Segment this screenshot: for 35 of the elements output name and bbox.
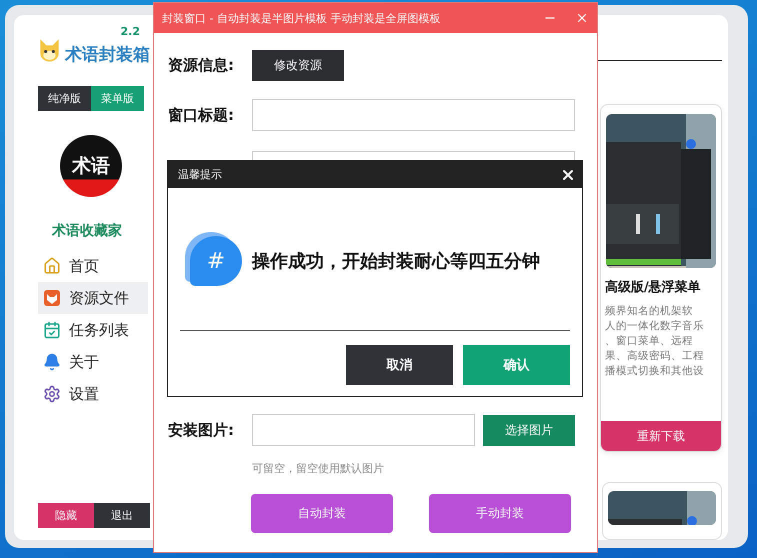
card-title: 高级版/悬浮菜单 bbox=[605, 278, 702, 296]
field-label: 窗口标题: bbox=[168, 106, 235, 124]
profile-name: 术语收藏家 bbox=[52, 222, 122, 240]
field-label: 资源信息: bbox=[168, 56, 235, 74]
nav-item[interactable]: 资源文件 bbox=[38, 282, 148, 314]
fox-icon bbox=[43, 289, 61, 307]
home-icon bbox=[43, 257, 61, 275]
card-description: 频界知名的机架软 人的一体化数字音乐 、窗口菜单、远程 果、高级密码、工程 播模式切换和其他设 bbox=[605, 304, 705, 380]
field-label: 安装图片: bbox=[168, 420, 235, 440]
package-button[interactable]: 手动封装 bbox=[429, 494, 571, 533]
exit-button[interactable]: 退出 bbox=[94, 503, 150, 528]
hide-button[interactable]: 隐藏 bbox=[38, 503, 94, 528]
nav-item[interactable]: 首页 bbox=[38, 250, 148, 282]
redownload-button[interactable]: 重新下载 bbox=[601, 421, 721, 452]
bell-icon bbox=[43, 353, 61, 371]
calendar-icon bbox=[43, 321, 61, 339]
hint-text: 可留空，留空使用默认图片 bbox=[252, 461, 385, 476]
edit-resource-button[interactable]: 修改资源 bbox=[252, 50, 344, 80]
nav-item[interactable]: 设置 bbox=[38, 378, 148, 410]
nav-item[interactable]: 任务列表 bbox=[38, 314, 148, 346]
nav-item[interactable]: 关于 bbox=[38, 346, 148, 378]
edition-toggle[interactable]: 纯净版 bbox=[38, 86, 91, 111]
input-field[interactable] bbox=[252, 99, 575, 131]
version-label: 2.2 bbox=[120, 25, 140, 38]
window-title: 封装窗口 - 自动封装是半图片模板 手动封装是全屏图模板 bbox=[162, 10, 442, 26]
avatar-logo: 术语 bbox=[60, 135, 122, 197]
cancel-button[interactable]: 取消 bbox=[346, 345, 453, 385]
chat-bubble-icon: # bbox=[190, 236, 242, 286]
input-field[interactable] bbox=[252, 414, 475, 446]
settings-icon bbox=[43, 385, 61, 403]
package-button[interactable]: 自动封装 bbox=[251, 494, 393, 533]
app-name: 术语封装箱 bbox=[65, 44, 150, 66]
dialog-message: 操作成功，开始封装耐心等四五分钟 bbox=[252, 250, 540, 273]
dialog-title: 温馨提示 bbox=[178, 167, 222, 182]
choose-image-button[interactable]: 选择图片 bbox=[483, 414, 575, 446]
